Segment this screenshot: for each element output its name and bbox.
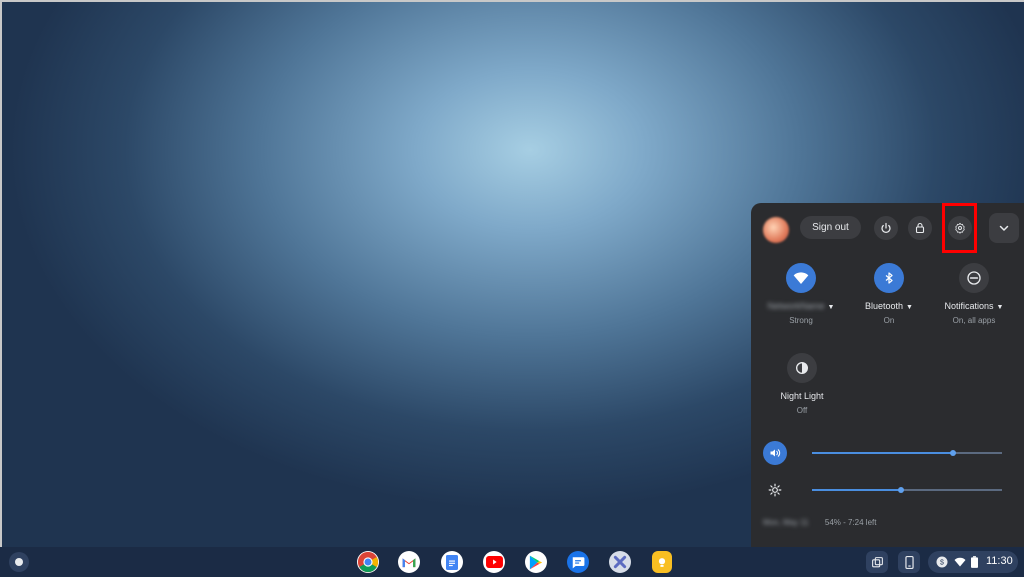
brightness-button xyxy=(763,478,787,502)
bluetooth-tile[interactable]: Bluetooth ▼ On xyxy=(844,263,934,325)
volume-slider-thumb[interactable] xyxy=(949,450,956,456)
bluetooth-toggle[interactable] xyxy=(874,263,904,293)
messages-app[interactable] xyxy=(567,551,589,573)
battery-status[interactable]: Mon, May 11 54% - 7:24 left xyxy=(763,518,876,527)
network-name: NetworkName xyxy=(767,301,825,311)
battery-icon xyxy=(971,556,978,568)
wifi-icon xyxy=(793,272,809,284)
bluetooth-caret-icon[interactable]: ▼ xyxy=(906,304,913,311)
overview-icon xyxy=(871,556,883,567)
youtube-icon xyxy=(485,556,503,568)
chrome-icon xyxy=(357,551,379,573)
app-icon xyxy=(613,555,627,569)
lock-button[interactable] xyxy=(908,216,932,240)
svg-text:$: $ xyxy=(940,560,944,567)
clock: 11:30 xyxy=(986,555,1013,567)
keep-app[interactable] xyxy=(652,551,672,573)
keep-icon xyxy=(658,557,666,567)
date-text: Mon, May 11 xyxy=(763,518,809,527)
chrome-app[interactable] xyxy=(357,551,379,573)
do-not-disturb-icon xyxy=(967,271,981,285)
night-light-label: Night Light xyxy=(780,391,824,401)
lock-icon xyxy=(915,222,925,234)
docs-app[interactable] xyxy=(441,551,463,573)
battery-text: 54% - 7:24 left xyxy=(824,518,877,527)
sign-out-button[interactable]: Sign out xyxy=(800,216,861,239)
messages-icon xyxy=(572,556,585,568)
shelf: $ 11:30 xyxy=(0,547,1024,577)
quick-settings-panel: Sign out NetworkName ▼ Strong Bluetooth ▼ … xyxy=(751,203,1024,547)
launcher-button[interactable] xyxy=(9,552,29,572)
user-avatar[interactable] xyxy=(763,217,789,243)
brightness-icon xyxy=(768,483,782,497)
notifications-status: On, all apps xyxy=(952,316,996,325)
night-light-status: Off xyxy=(796,406,808,415)
night-light-toggle[interactable] xyxy=(787,353,817,383)
night-light-icon xyxy=(796,362,808,374)
volume-icon xyxy=(770,449,781,457)
other-app[interactable] xyxy=(609,551,631,573)
status-area[interactable]: $ 11:30 xyxy=(928,551,1018,573)
window-border-left xyxy=(0,0,2,577)
network-tile[interactable]: NetworkName ▼ Strong xyxy=(756,263,846,325)
volume-slider-row xyxy=(763,441,1013,465)
notifications-tile[interactable]: Notifications ▼ On, all apps xyxy=(929,263,1019,325)
volume-slider-fill xyxy=(812,452,953,454)
volume-slider[interactable] xyxy=(812,450,1002,456)
notifications-caret-icon[interactable]: ▼ xyxy=(997,304,1004,311)
window-border-top xyxy=(0,0,1024,2)
brightness-slider-fill xyxy=(812,489,902,491)
network-status: Strong xyxy=(789,316,813,325)
collapse-button[interactable] xyxy=(989,213,1019,243)
account-icon: $ xyxy=(936,556,948,568)
volume-button[interactable] xyxy=(763,441,787,465)
phone-icon xyxy=(904,555,914,569)
notifications-label: Notifications xyxy=(944,301,994,311)
bluetooth-status: On xyxy=(883,316,895,325)
network-caret-icon[interactable]: ▼ xyxy=(828,304,835,311)
brightness-slider[interactable] xyxy=(812,487,1002,493)
launcher-icon xyxy=(15,558,23,566)
chevron-down-icon xyxy=(999,225,1009,231)
phone-hub-button[interactable] xyxy=(898,551,920,573)
bluetooth-icon xyxy=(885,272,893,284)
night-light-tile[interactable]: Night Light Off xyxy=(757,353,847,415)
overview-button[interactable] xyxy=(866,551,888,573)
youtube-app[interactable] xyxy=(483,551,505,573)
brightness-slider-thumb[interactable] xyxy=(898,487,905,493)
power-button[interactable] xyxy=(874,216,898,240)
brightness-slider-row xyxy=(763,478,1013,502)
play-store-icon xyxy=(529,555,543,569)
network-toggle[interactable] xyxy=(786,263,816,293)
power-icon xyxy=(881,222,891,234)
docs-icon xyxy=(446,554,458,570)
settings-highlight-box xyxy=(942,203,977,253)
gmail-app[interactable] xyxy=(398,551,420,573)
gmail-icon xyxy=(402,557,416,567)
play-store-app[interactable] xyxy=(525,551,547,573)
wifi-status-icon xyxy=(954,557,966,567)
bluetooth-label: Bluetooth xyxy=(865,301,904,311)
notifications-toggle[interactable] xyxy=(959,263,989,293)
